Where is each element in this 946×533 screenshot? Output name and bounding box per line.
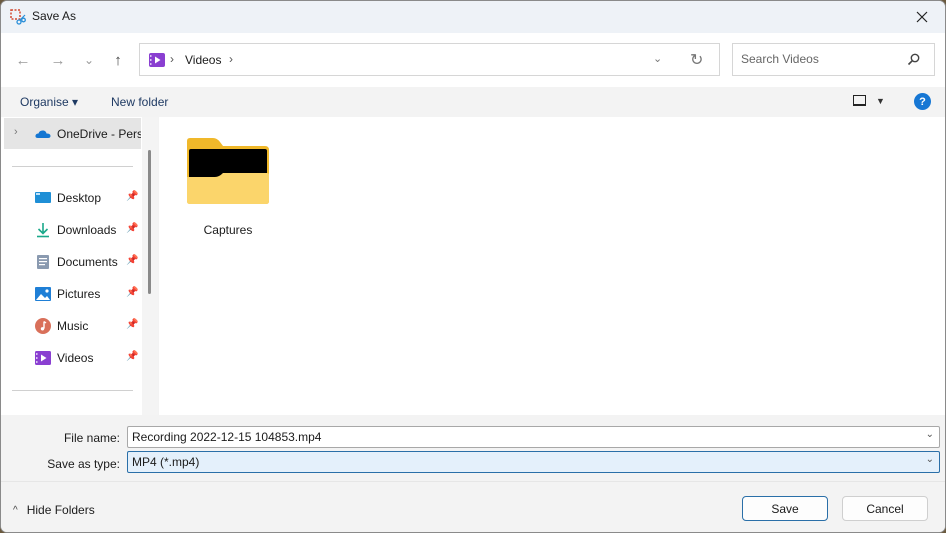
save-as-dialog: Save As ← → ⌄ ↑ › Videos › ⌄ ↻ Search Vi…	[0, 0, 946, 533]
folder-label: Captures	[203, 223, 253, 237]
chevron-down-icon: ⌄	[83, 53, 95, 67]
sidebar-label: Pictures	[57, 287, 101, 301]
snipping-tool-icon	[10, 9, 26, 25]
search-input[interactable]	[741, 52, 901, 66]
forward-arrow-icon: →	[50, 51, 66, 69]
pin-icon[interactable]: 📌	[126, 255, 138, 266]
save-as-type-label: Save as type:	[47, 457, 120, 471]
expand-chevron-icon[interactable]: ›	[14, 126, 18, 138]
music-icon	[35, 318, 51, 334]
save-button[interactable]: Save	[742, 496, 828, 521]
navigation-pane: › OneDrive - Perso Desktop 📌 Downloads 📌…	[1, 117, 158, 415]
sidebar-label: Downloads	[57, 223, 117, 237]
organise-menu[interactable]: Organise ▾	[20, 95, 78, 109]
sidebar-label: Desktop	[57, 191, 102, 205]
sidebar-label: Music	[57, 319, 89, 333]
documents-icon	[37, 255, 49, 269]
address-bar[interactable]: › Videos › ⌄ ↻	[139, 43, 720, 76]
folder-item-captures[interactable]: Captures	[185, 137, 271, 237]
save-as-type-value: MP4 (*.mp4)	[132, 455, 200, 469]
close-button[interactable]	[899, 1, 945, 33]
file-name-label: File name:	[63, 431, 120, 445]
new-folder-button[interactable]: New folder	[111, 95, 168, 109]
back-arrow-icon: ←	[15, 51, 31, 69]
pin-icon[interactable]: 📌	[126, 223, 138, 234]
desktop-icon	[35, 192, 51, 203]
onedrive-cloud-icon	[35, 130, 51, 138]
file-name-input[interactable]: Recording 2022-12-15 104853.mp4	[132, 430, 321, 444]
forward-button[interactable]: →	[46, 49, 70, 71]
pictures-icon	[35, 287, 51, 301]
pin-icon[interactable]: 📌	[126, 191, 138, 202]
title-bar: Save As	[1, 1, 945, 33]
sidebar-item-documents[interactable]: Documents 📌	[35, 252, 145, 272]
up-arrow-icon: ↑	[114, 51, 122, 69]
help-icon[interactable]: ?	[914, 93, 931, 110]
sidebar-item-onedrive-label[interactable]: OneDrive - Perso	[35, 124, 145, 144]
pin-icon[interactable]: 📌	[126, 287, 138, 298]
up-button[interactable]: ↑	[106, 49, 130, 71]
sidebar-item-downloads[interactable]: Downloads 📌	[35, 220, 145, 240]
folder-icon	[187, 138, 269, 204]
sidebar-label: Documents	[57, 255, 118, 269]
recent-locations-button[interactable]: ⌄	[77, 49, 101, 71]
file-name-combobox[interactable]: Recording 2022-12-15 104853.mp4 ⌄	[127, 426, 940, 448]
file-list: Captures	[159, 117, 945, 415]
window-title: Save As	[32, 9, 77, 23]
divider	[12, 166, 133, 167]
close-icon	[916, 11, 928, 23]
save-as-type-select[interactable]: MP4 (*.mp4) ⌄	[127, 451, 940, 473]
videos-library-icon	[149, 53, 165, 67]
navigation-bar: ← → ⌄ ↑ › Videos › ⌄ ↻	[1, 33, 945, 87]
chevron-down-icon[interactable]: ⌄	[926, 429, 934, 440]
command-bar: Organise ▾ New folder ▼ ?	[1, 87, 945, 117]
downloads-icon	[37, 223, 49, 238]
breadcrumb-separator: ›	[170, 52, 174, 66]
pin-icon[interactable]: 📌	[126, 319, 138, 330]
cancel-button[interactable]: Cancel	[842, 496, 928, 521]
chevron-down-icon[interactable]: ⌄	[926, 454, 934, 465]
address-dropdown-icon[interactable]: ⌄	[653, 52, 662, 65]
view-layout-icon[interactable]	[853, 95, 866, 106]
refresh-icon[interactable]: ↻	[690, 50, 703, 70]
hide-folders-label: Hide Folders	[26, 503, 95, 517]
sidebar-label: Videos	[57, 351, 94, 365]
sidebar-item-pictures[interactable]: Pictures 📌	[35, 284, 145, 304]
videos-icon	[35, 351, 51, 365]
hide-folders-button[interactable]: ^ Hide Folders	[13, 503, 95, 517]
pin-icon[interactable]: 📌	[126, 351, 138, 362]
file-fields: File name: Recording 2022-12-15 104853.m…	[1, 415, 945, 481]
sidebar-item-desktop[interactable]: Desktop 📌	[35, 188, 145, 208]
dialog-footer: ^ Hide Folders Save Cancel	[1, 481, 945, 532]
scrollbar-thumb[interactable]	[148, 150, 151, 294]
view-dropdown-icon[interactable]: ▼	[876, 96, 885, 106]
sidebar-item-music[interactable]: Music 📌	[35, 316, 145, 336]
breadcrumb-separator[interactable]: ›	[229, 52, 233, 66]
sidebar-scrollbar[interactable]	[142, 117, 158, 415]
back-button[interactable]: ←	[11, 49, 35, 71]
search-box[interactable]	[732, 43, 935, 76]
sidebar-label: OneDrive - Perso	[57, 127, 141, 141]
search-icon	[907, 53, 920, 66]
breadcrumb-videos[interactable]: Videos	[185, 53, 221, 67]
sidebar-item-videos[interactable]: Videos 📌	[35, 348, 145, 368]
divider	[12, 390, 133, 391]
chevron-up-icon: ^	[13, 504, 18, 516]
